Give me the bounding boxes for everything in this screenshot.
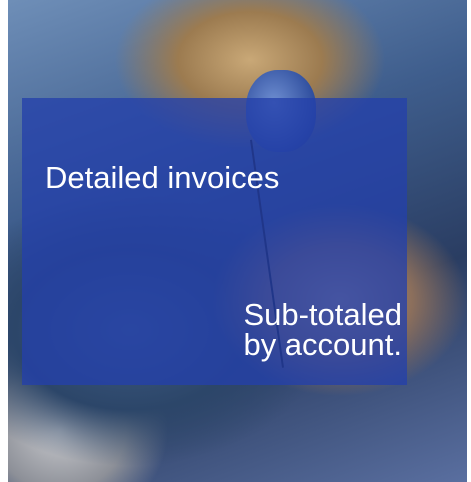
subline-line-1: Sub-totaled [243,297,402,332]
right-border [467,0,471,482]
headline-text: Detailed invoices [45,160,280,195]
subline-text: Sub-totaled by account. [176,297,402,362]
slide-frame: Detailed invoices Sub-totaled by account… [0,0,471,482]
subline-line-2: by account. [243,327,402,362]
left-border [0,0,8,482]
